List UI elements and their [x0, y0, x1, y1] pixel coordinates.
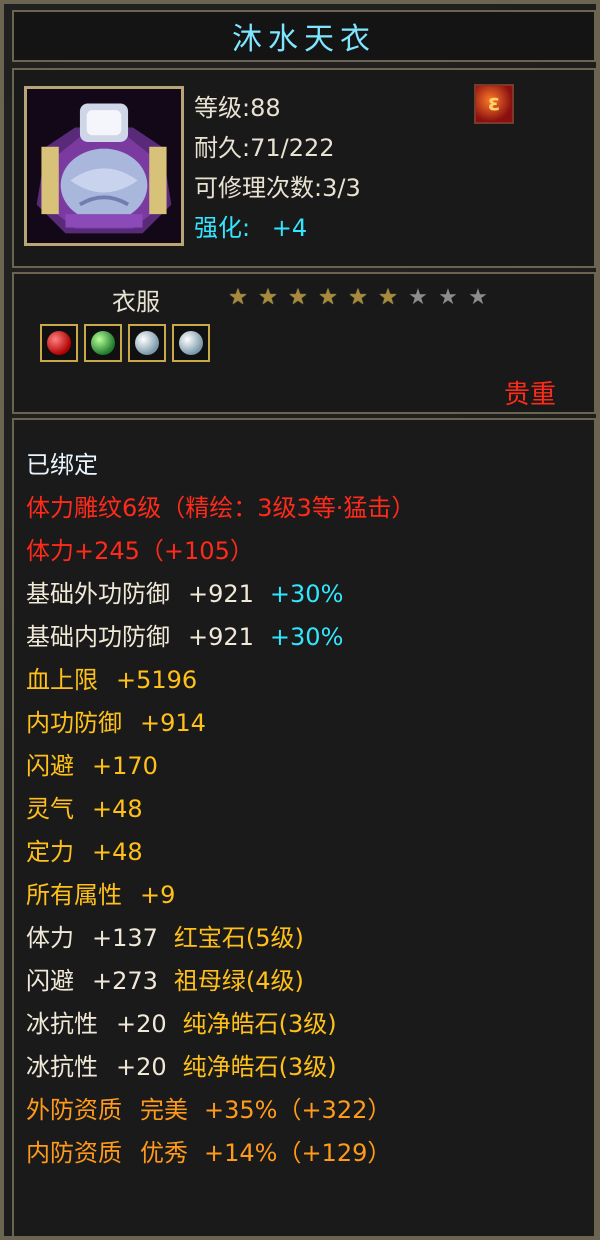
stat-part: +20 [116, 1053, 167, 1081]
title-bar: 沐水天衣 [12, 10, 596, 62]
stat-part: 内防资质 [26, 1139, 122, 1167]
stat-line: 外防资质 完美 +35%（+322） [26, 1089, 586, 1132]
stats-list: 已绑定体力雕纹6级（精绘：3级3等·猛击） 体力+245（+105） 基础外功防御 +… [26, 444, 586, 1175]
star-icon: ★ [348, 285, 368, 310]
item-stats-panel: 已绑定体力雕纹6级（精绘：3级3等·猛击） 体力+245（+105） 基础外功防御 +… [12, 418, 596, 1238]
stat-line: 已绑定 [26, 444, 586, 487]
stat-part: 优秀 [140, 1139, 188, 1167]
stat-line: 内防资质 优秀 +14%（+129） [26, 1132, 586, 1175]
enhance-label: 强化: [194, 214, 251, 242]
stat-line: 体力 +137 红宝石(5级) [26, 917, 586, 960]
stat-part: +14%（+129） [204, 1139, 392, 1167]
stat-line: 闪避 +273 祖母绿(4级) [26, 960, 586, 1003]
star-icon: ★ [378, 285, 398, 310]
stat-line: 体力雕纹6级（精绘：3级3等·猛击） [26, 487, 586, 530]
star-icon: ★ [438, 285, 458, 310]
item-enhance: 强化: +4 [194, 208, 454, 248]
stat-line: 基础内功防御 +921 +30% [26, 616, 586, 659]
item-name: 沐水天衣 [232, 22, 376, 57]
item-tooltip: 沐水天衣 等级:88 耐久:71/222 可修理次数:3/3 强化: +4 ε … [0, 0, 600, 1240]
stat-line: 闪避 +170 [26, 745, 586, 788]
star-icon: ★ [288, 285, 308, 310]
white-gem-icon [172, 324, 210, 362]
stat-part: 所有属性 [26, 881, 122, 909]
stat-part: 内功防御 [26, 709, 122, 737]
stat-line: 体力+245（+105） [26, 530, 586, 573]
stat-line: 血上限 +5196 [26, 659, 586, 702]
enhance-value: +4 [271, 214, 308, 242]
portrait-armor-icon [24, 86, 184, 246]
stat-line: 冰抗性 +20 纯净皓石(3级) [26, 1046, 586, 1089]
item-repair-count: 可修理次数:3/3 [194, 174, 361, 202]
stat-part: 灵气 [26, 795, 74, 823]
stat-part: +35%（+322） [204, 1096, 392, 1124]
stat-part: 外防资质 [26, 1096, 122, 1124]
stat-line: 所有属性 +9 [26, 874, 586, 917]
star-icon: ★ [258, 285, 278, 310]
stat-part: 纯净皓石(3级) [182, 1053, 337, 1081]
stat-part: +20 [116, 1010, 167, 1038]
star-rating: ★ ★ ★ ★ ★ ★ ★ ★ ★ [224, 286, 492, 310]
stat-part: +5196 [116, 666, 198, 694]
stat-part: +273 [92, 967, 158, 995]
stat-part: 纯净皓石(3级) [182, 1010, 337, 1038]
stat-part: 基础外功防御 [26, 580, 170, 608]
stat-part: 冰抗性 [26, 1053, 98, 1081]
stat-line: 冰抗性 +20 纯净皓石(3级) [26, 1003, 586, 1046]
star-icon: ★ [408, 285, 428, 310]
stat-part: 体力+245（+105） [26, 537, 254, 565]
skill-flame-icon: ε [474, 84, 514, 124]
stat-line: 内功防御 +914 [26, 702, 586, 745]
stat-part: 体力雕纹6级（精绘：3级3等·猛击） [26, 494, 416, 522]
stat-part: +914 [140, 709, 206, 737]
stat-part: 祖母绿(4级) [173, 967, 304, 995]
star-icon: ★ [228, 285, 248, 310]
stat-part: 红宝石(5级) [173, 924, 304, 952]
stat-part: 闪避 [26, 752, 74, 780]
gem-sockets [40, 324, 210, 362]
stat-part: 已绑定 [26, 451, 98, 479]
stat-part: +48 [92, 838, 143, 866]
stat-line: 灵气 +48 [26, 788, 586, 831]
green-gem-icon [84, 324, 122, 362]
star-icon: ★ [318, 285, 338, 310]
stat-part: 完美 [140, 1096, 188, 1124]
item-durability: 耐久:71/222 [194, 134, 335, 162]
stat-part: 冰抗性 [26, 1010, 98, 1038]
stat-part: 体力 [26, 924, 74, 952]
stat-part: 血上限 [26, 666, 98, 694]
item-level: 等级:88 [194, 94, 281, 122]
item-type-panel: 衣服 ★ ★ ★ ★ ★ ★ ★ ★ ★ 贵重 [12, 272, 596, 414]
stat-part: +30% [269, 580, 344, 608]
stat-part: +921 [188, 623, 254, 651]
star-icon: ★ [468, 285, 488, 310]
red-gem-icon [40, 324, 78, 362]
stat-part: +30% [269, 623, 344, 651]
white-gem-icon [128, 324, 166, 362]
stat-line: 基础外功防御 +921 +30% [26, 573, 586, 616]
item-info: 等级:88 耐久:71/222 可修理次数:3/3 强化: +4 [194, 88, 454, 248]
stat-part: +921 [188, 580, 254, 608]
stat-line: 定力 +48 [26, 831, 586, 874]
stat-part: +48 [92, 795, 143, 823]
stat-part: 基础内功防御 [26, 623, 170, 651]
stat-part: +170 [92, 752, 158, 780]
stat-part: 定力 [26, 838, 74, 866]
stat-part: +137 [92, 924, 158, 952]
stat-part: 闪避 [26, 967, 74, 995]
stat-part: +9 [140, 881, 176, 909]
item-info-panel: 等级:88 耐久:71/222 可修理次数:3/3 强化: +4 ε [12, 68, 596, 268]
item-type: 衣服 [112, 288, 160, 316]
rarity-label: 贵重 [503, 380, 556, 410]
